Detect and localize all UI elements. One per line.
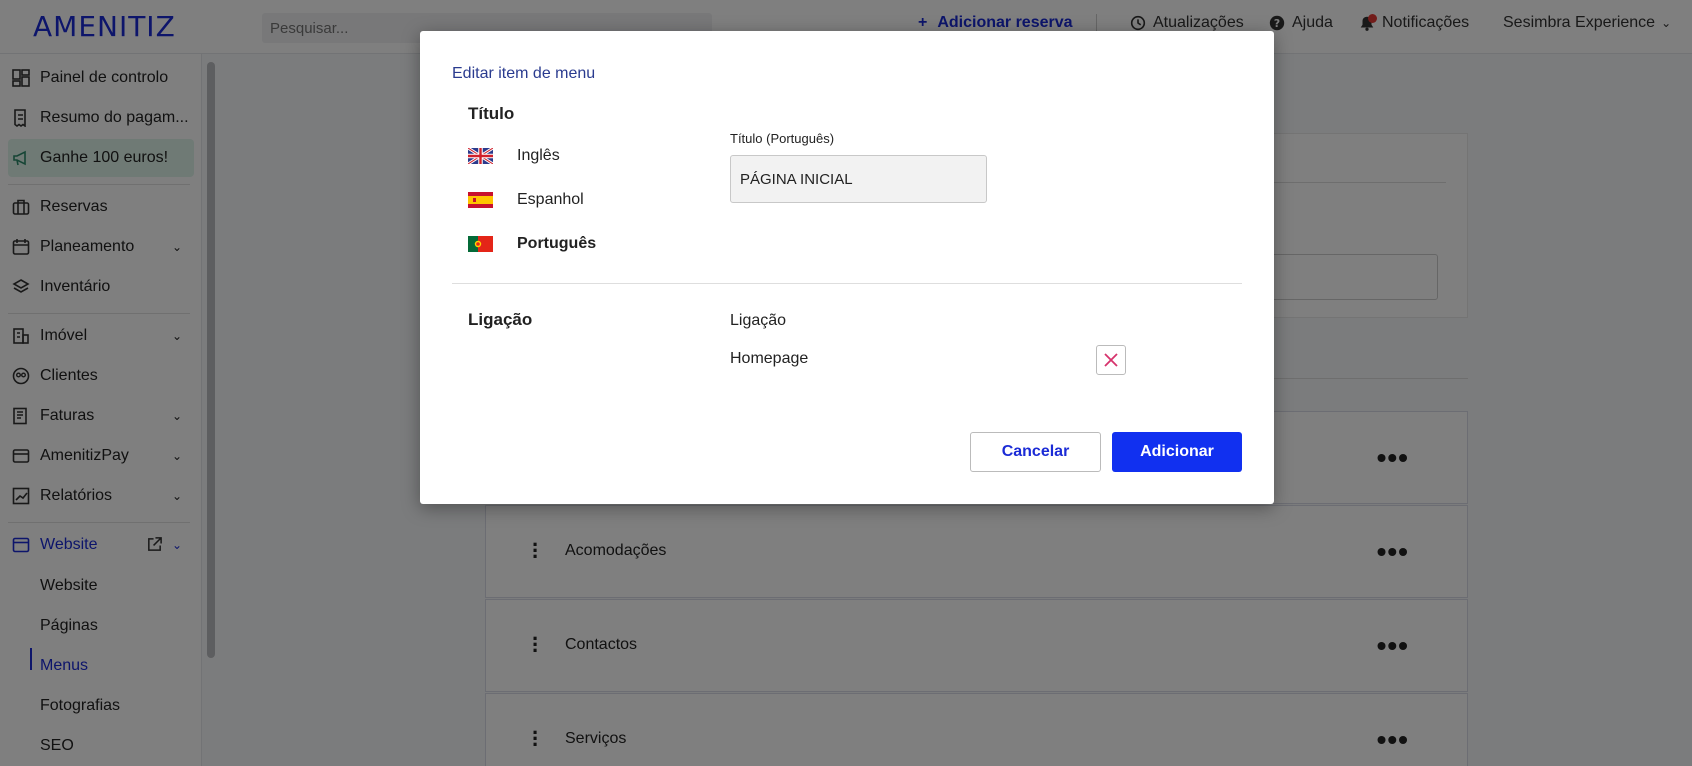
- link-value: Homepage: [730, 350, 809, 367]
- cancel-button[interactable]: Cancelar: [970, 432, 1101, 472]
- title-field-label: Título (Português): [730, 131, 835, 146]
- edit-menu-item-modal: Editar item de menu Título Inglês Espanh…: [420, 31, 1274, 504]
- link-label: Ligação: [730, 312, 787, 329]
- language-tab-english[interactable]: Inglês: [468, 147, 560, 165]
- title-section-heading: Título: [468, 104, 515, 123]
- modal-divider: [452, 283, 1242, 284]
- close-icon: [1104, 353, 1118, 367]
- modal-title: Editar item de menu: [452, 65, 596, 82]
- language-tab-spanish[interactable]: Espanhol: [468, 191, 584, 209]
- language-label: Inglês: [517, 147, 560, 164]
- language-label: Espanhol: [517, 191, 584, 208]
- portugal-flag-icon: [468, 236, 493, 252]
- language-tab-portuguese[interactable]: Português: [468, 235, 596, 253]
- language-label: Português: [517, 235, 597, 252]
- remove-link-button[interactable]: [1096, 345, 1126, 375]
- spain-flag-icon: [468, 192, 493, 208]
- title-input[interactable]: [730, 155, 987, 203]
- uk-flag-icon: [468, 148, 493, 164]
- link-section-heading: Ligação: [468, 310, 533, 329]
- add-button[interactable]: Adicionar: [1112, 432, 1242, 472]
